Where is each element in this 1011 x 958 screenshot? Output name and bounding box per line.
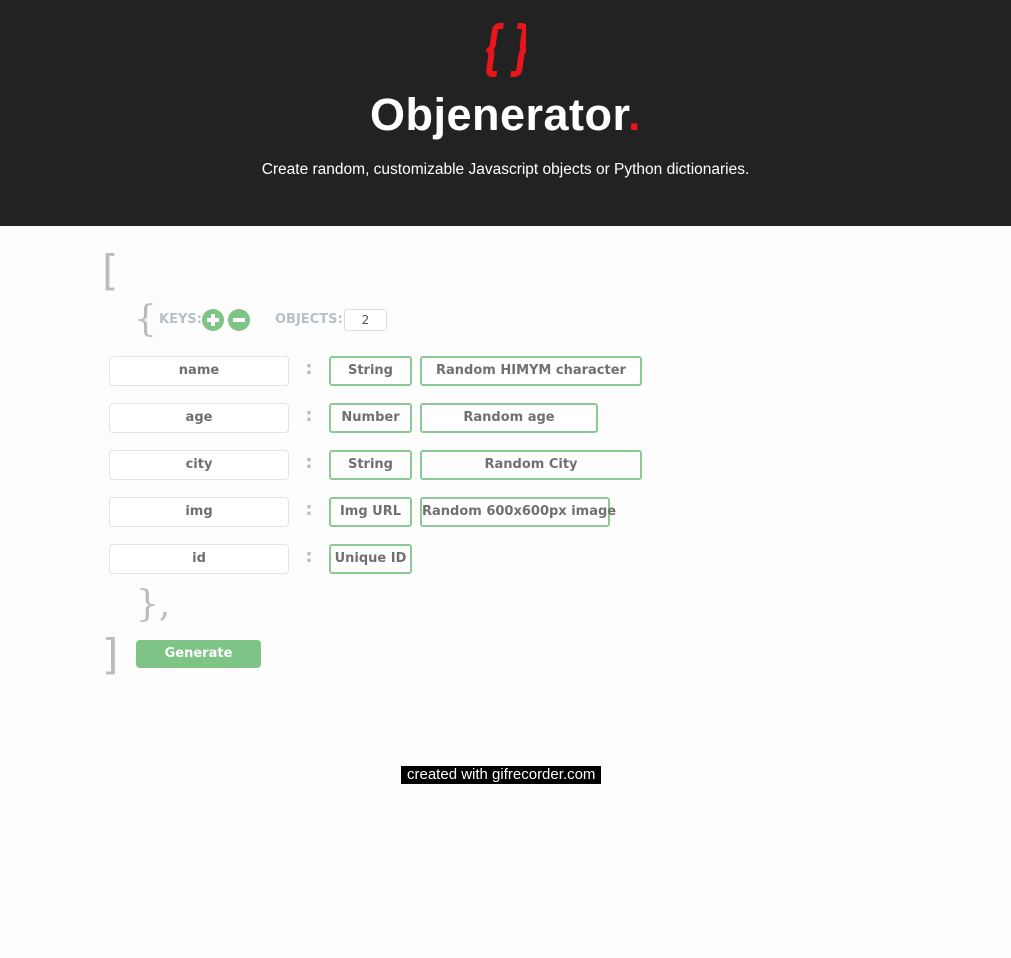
- key-row: city : String Random City: [0, 450, 1011, 480]
- key-value-separator: :: [305, 499, 313, 520]
- type-select-button[interactable]: Img URL: [329, 497, 412, 527]
- header: Objenerator. Create random, customizable…: [0, 0, 1011, 226]
- plus-circle-icon[interactable]: [202, 309, 224, 331]
- minus-circle-icon[interactable]: [228, 309, 250, 331]
- key-name-input[interactable]: img: [109, 497, 289, 527]
- key-row: id : Unique ID: [0, 544, 1011, 574]
- objects-count-input[interactable]: 2: [344, 309, 387, 331]
- close-brace: },: [136, 584, 171, 625]
- value-select-button[interactable]: Random City: [420, 450, 642, 480]
- key-value-separator: :: [305, 546, 313, 567]
- value-select-button[interactable]: Random age: [420, 403, 598, 433]
- close-bracket: ]: [102, 630, 119, 679]
- curly-braces-logo-icon: [486, 23, 526, 77]
- key-value-separator: :: [305, 358, 313, 379]
- objects-label: OBJECTS:: [275, 312, 343, 327]
- title-dot: .: [628, 89, 642, 140]
- key-name-input[interactable]: name: [109, 356, 289, 386]
- type-select-button[interactable]: String: [329, 450, 412, 480]
- key-name-input[interactable]: city: [109, 450, 289, 480]
- key-name-input[interactable]: id: [109, 544, 289, 574]
- key-row: age : Number Random age: [0, 403, 1011, 433]
- key-value-separator: :: [305, 405, 313, 426]
- watermark: created with gifrecorder.com: [401, 766, 602, 784]
- key-value-separator: :: [305, 452, 313, 473]
- value-select-button[interactable]: Random HIMYM character: [420, 356, 642, 386]
- keys-label: KEYS:: [159, 312, 202, 327]
- key-name-input[interactable]: age: [109, 403, 289, 433]
- generate-objects-button[interactable]: Generate Objects: [136, 640, 261, 689]
- type-select-button[interactable]: String: [329, 356, 412, 386]
- open-brace: {: [134, 299, 157, 340]
- key-row: img : Img URL Random 600x600px image: [0, 497, 1011, 527]
- value-select-button[interactable]: Random 600x600px image: [420, 497, 616, 527]
- key-row: name : String Random HIMYM character: [0, 356, 1011, 386]
- page-subtitle: Create random, customizable Javascript o…: [261, 161, 750, 178]
- page-title: Objenerator.: [0, 86, 1011, 144]
- open-bracket: [: [102, 246, 119, 295]
- type-select-button[interactable]: Number: [329, 403, 412, 433]
- type-select-button[interactable]: Unique ID: [329, 544, 412, 574]
- title-text: Objenerator: [369, 89, 629, 140]
